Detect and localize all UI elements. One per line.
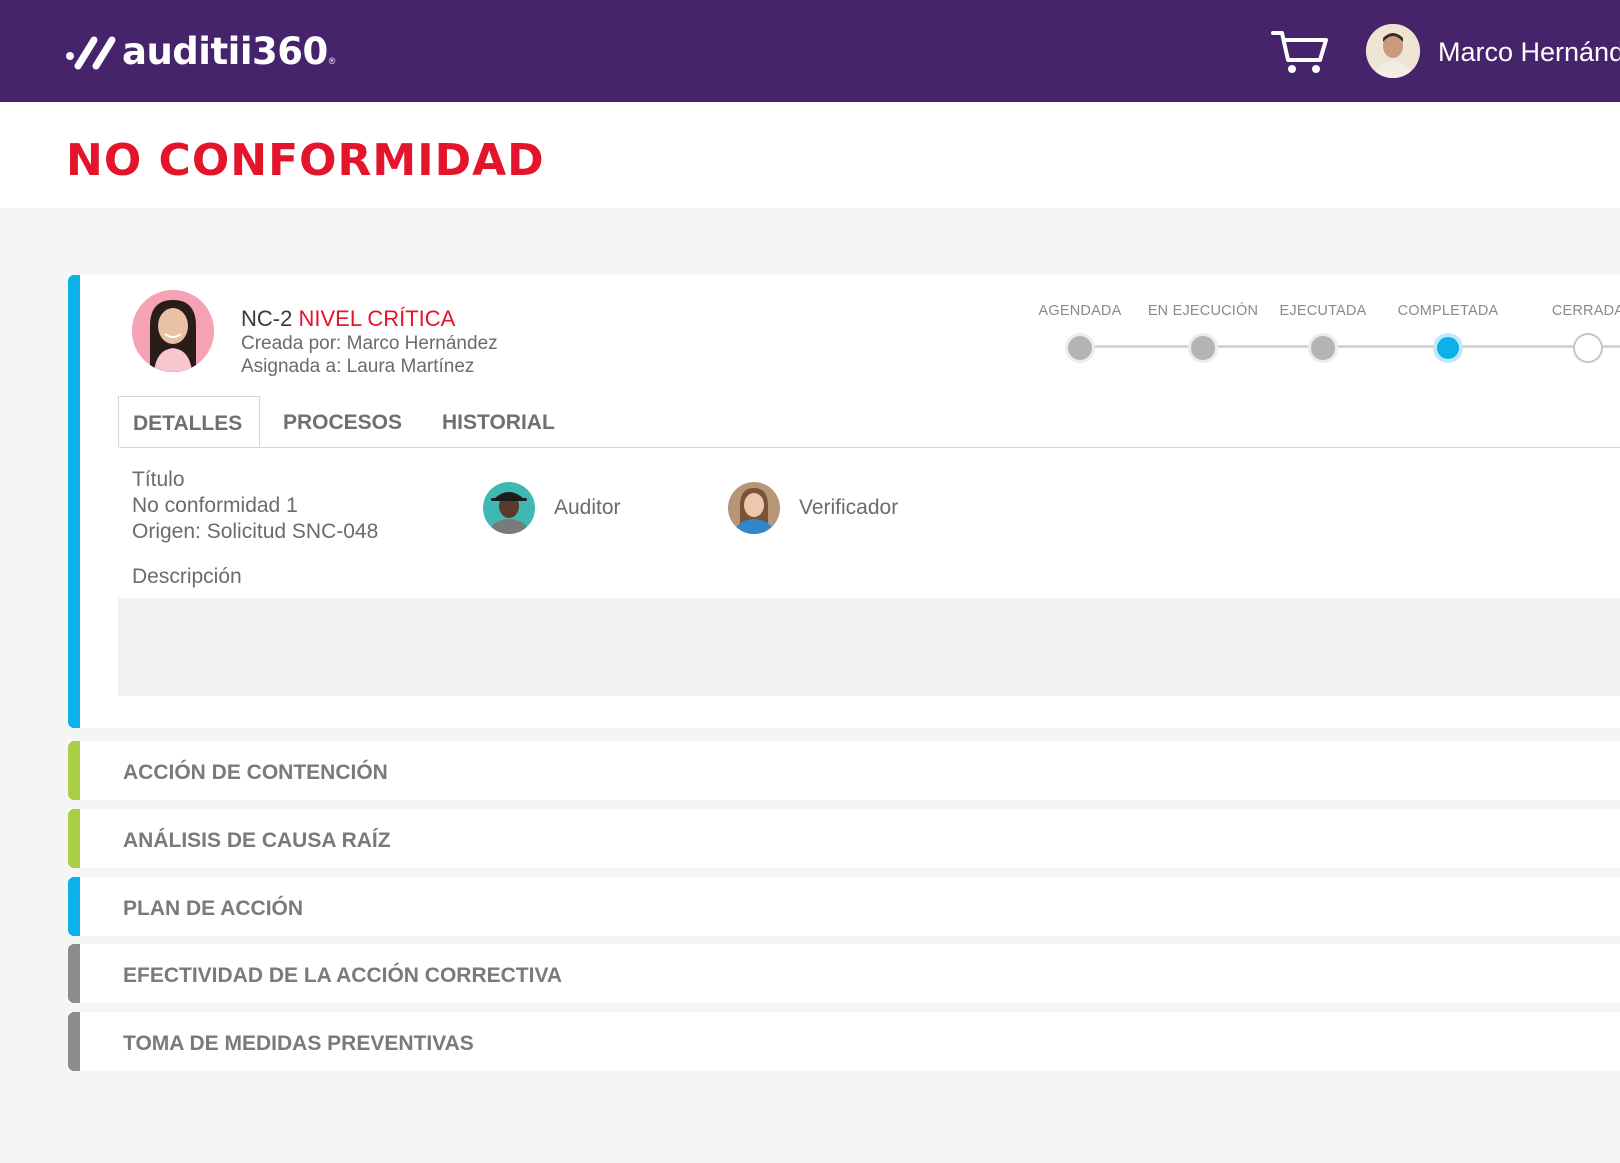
step-dot-done <box>1308 333 1338 363</box>
auditor-avatar-image <box>483 482 535 534</box>
verifier-label: Verificador <box>799 496 899 519</box>
verifier-avatar <box>728 482 780 534</box>
page-title: NO CONFORMIDAD <box>66 135 545 186</box>
stepper-line <box>1080 345 1620 348</box>
section-accent-bar <box>68 1012 80 1071</box>
step-label: AGENDADA <box>1038 303 1122 319</box>
auditor[interactable]: Auditor <box>483 482 621 534</box>
tab-detalles[interactable]: DETALLES <box>118 396 260 447</box>
section-label: ANÁLISIS DE CAUSA RAÍZ <box>123 829 391 852</box>
section-accent-bar <box>68 877 80 936</box>
section-plan-accion[interactable]: PLAN DE ACCIÓN <box>68 877 1620 936</box>
title-value: No conformidad 1 <box>132 494 298 517</box>
section-medidas-preventivas[interactable]: TOMA DE MEDIDAS PREVENTIVAS <box>68 1012 1620 1071</box>
step-label: EN EJECUCIÓN <box>1147 303 1259 319</box>
nc-code: NC-2 <box>241 306 293 331</box>
logo-text: auditii360 <box>122 30 328 73</box>
auditor-avatar <box>483 482 535 534</box>
section-accion-contencion[interactable]: ACCIÓN DE CONTENCIÓN <box>68 741 1620 800</box>
section-accent-bar <box>68 809 80 868</box>
detail-tabs: DETALLES PROCESOS HISTORIAL <box>118 396 1620 448</box>
nc-heading: NC-2 NIVEL CRÍTICA <box>241 306 455 332</box>
nc-card: NC-2 NIVEL CRÍTICA Creada por: Marco Her… <box>68 275 1620 728</box>
nc-created-by: Creada por: Marco Hernández <box>241 333 498 354</box>
assignee-avatar <box>132 290 214 372</box>
step-label: CERRADA <box>1551 303 1620 319</box>
cart-icon[interactable] <box>1270 28 1330 76</box>
step-en-ejecucion: EN EJECUCIÓN <box>1138 303 1268 363</box>
tab-procesos[interactable]: PROCESOS <box>269 396 416 446</box>
section-label: EFECTIVIDAD DE LA ACCIÓN CORRECTIVA <box>123 964 563 987</box>
section-label: PLAN DE ACCIÓN <box>123 897 304 920</box>
status-stepper: AGENDADA EN EJECUCIÓN EJECUTADA COMPLETA… <box>1028 303 1620 373</box>
step-dot-active <box>1433 333 1463 363</box>
section-efectividad-accion-correctiva[interactable]: EFECTIVIDAD DE LA ACCIÓN CORRECTIVA <box>68 944 1620 1003</box>
step-label: COMPLETADA <box>1397 303 1499 319</box>
user-avatar-image <box>1366 24 1420 78</box>
nc-assigned-to: Asignada a: Laura Martínez <box>241 356 475 377</box>
card-accent-bar <box>68 275 80 728</box>
step-dot-done <box>1188 333 1218 363</box>
user-avatar[interactable] <box>1366 24 1420 78</box>
assignee-avatar-image <box>132 290 214 372</box>
nc-details: Título No conformidad 1 Origen: Solicitu… <box>132 467 378 545</box>
section-accent-bar <box>68 741 80 800</box>
title-band: NO CONFORMIDAD <box>0 102 1620 208</box>
verifier-avatar-image <box>728 482 780 534</box>
origin-value: Origen: Solicitud SNC-048 <box>132 520 379 543</box>
logo-registered-mark: ® <box>328 56 336 66</box>
step-ejecutada: EJECUTADA <box>1258 303 1388 363</box>
user-name[interactable]: Marco Hernández <box>1438 37 1620 68</box>
top-bar: auditii360 ® Marco Hernández <box>0 0 1620 102</box>
tab-historial[interactable]: HISTORIAL <box>428 396 569 446</box>
title-label: Título <box>132 468 185 491</box>
step-dot-done <box>1065 333 1095 363</box>
logo-mark-icon <box>66 36 116 70</box>
section-accent-bar <box>68 944 80 1003</box>
app-logo[interactable]: auditii360 ® <box>64 32 335 72</box>
step-completada: COMPLETADA <box>1383 303 1513 363</box>
step-label: EJECUTADA <box>1279 303 1367 319</box>
section-analisis-causa-raiz[interactable]: ANÁLISIS DE CAUSA RAÍZ <box>68 809 1620 868</box>
section-label: ACCIÓN DE CONTENCIÓN <box>123 761 388 784</box>
auditor-label: Auditor <box>554 496 621 519</box>
description-field[interactable] <box>118 598 1620 696</box>
section-label: TOMA DE MEDIDAS PREVENTIVAS <box>123 1032 474 1055</box>
step-dot-pending <box>1573 333 1603 363</box>
step-agendada: AGENDADA <box>1015 303 1145 363</box>
nc-meta: Creada por: Marco Hernández Asignada a: … <box>241 332 498 378</box>
nc-level: NIVEL CRÍTICA <box>298 306 456 331</box>
step-cerrada: CERRADA <box>1523 303 1620 363</box>
verifier[interactable]: Verificador <box>728 482 898 534</box>
description-label: Descripción <box>132 565 242 588</box>
